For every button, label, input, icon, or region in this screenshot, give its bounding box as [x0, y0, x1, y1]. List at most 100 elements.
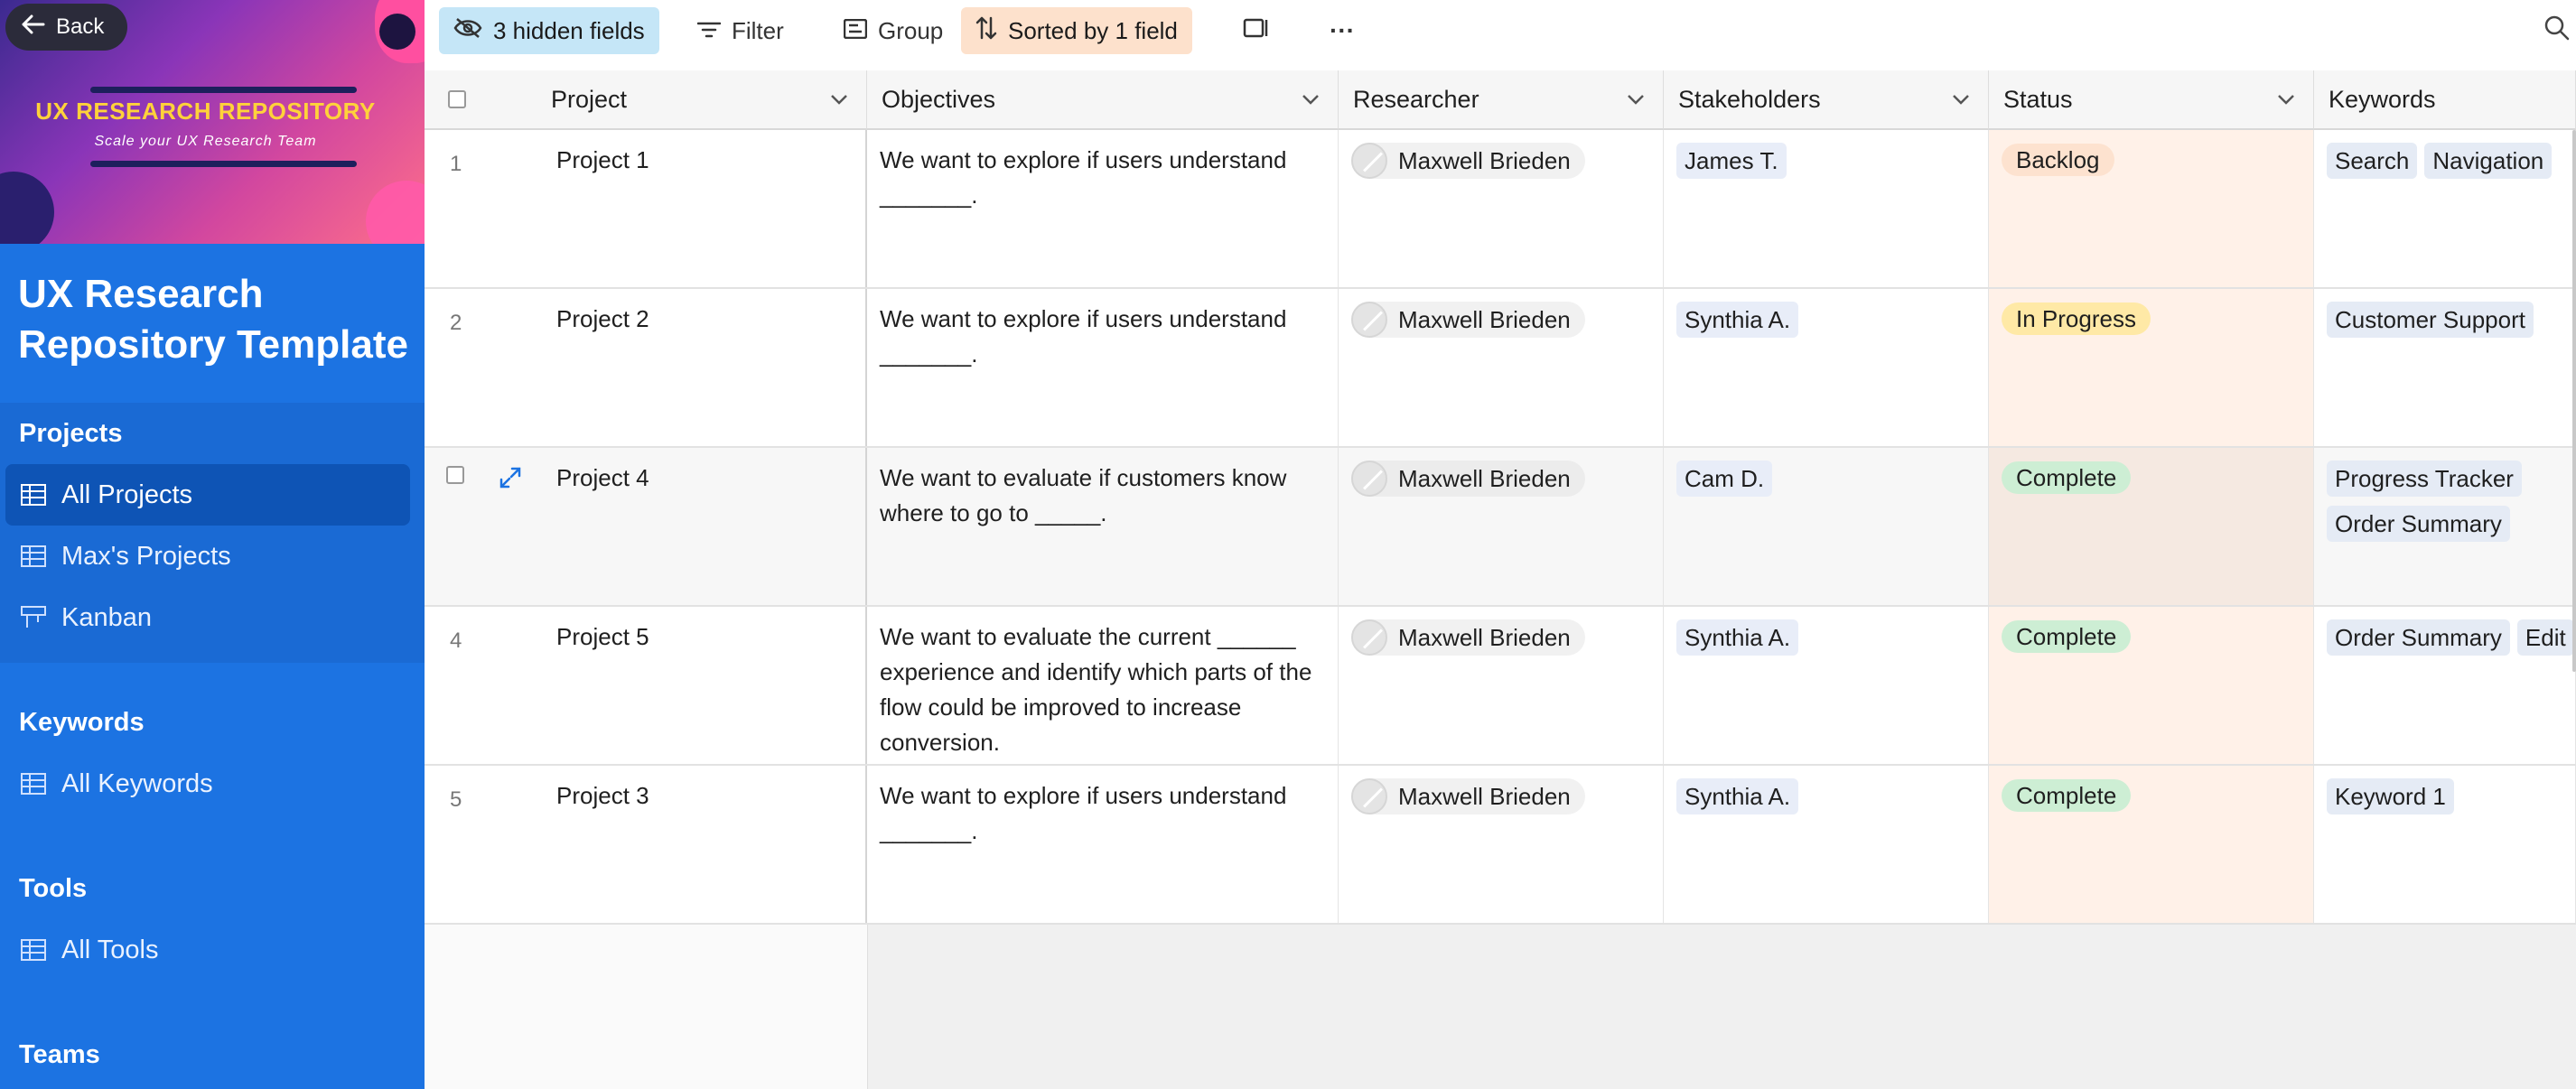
chevron-down-icon[interactable] — [1300, 88, 1321, 116]
column-header-objectives[interactable]: Objectives — [867, 70, 1339, 130]
status-cell[interactable]: In Progress — [1989, 289, 2314, 446]
researcher-cell[interactable]: Maxwell Brieden — [1339, 289, 1664, 446]
project-name: Project 5 — [556, 623, 649, 650]
avatar — [1351, 778, 1387, 814]
nav-item-maxs-projects[interactable]: Max's Projects — [5, 526, 410, 587]
stakeholder-cell[interactable]: James T. — [1664, 130, 1989, 287]
primary-cell[interactable]: 5 Project 3 — [425, 766, 867, 923]
objective-cell[interactable]: We want to evaluate the current ______ e… — [867, 607, 1339, 764]
status-cell[interactable]: Complete — [1989, 766, 2314, 923]
researcher-chip: Maxwell Brieden — [1351, 302, 1585, 338]
app-title: UX Research Repository Template — [18, 272, 408, 367]
project-name: Project 3 — [556, 782, 649, 809]
researcher-chip: Maxwell Brieden — [1351, 778, 1585, 814]
researcher-cell[interactable]: Maxwell Brieden — [1339, 448, 1664, 605]
sort-button[interactable]: Sorted by 1 field — [961, 7, 1192, 54]
chevron-down-icon[interactable] — [2275, 88, 2297, 116]
row-height-button[interactable] — [1228, 7, 1284, 54]
keywords-cell[interactable]: Keyword 1 — [2314, 766, 2576, 923]
stakeholder-cell[interactable]: Synthia A. — [1664, 289, 1989, 446]
stakeholder-chip: Synthia A. — [1676, 619, 1799, 656]
researcher-name: Maxwell Brieden — [1398, 464, 1571, 492]
avatar — [1351, 461, 1387, 497]
stakeholder-cell[interactable]: Synthia A. — [1664, 766, 1989, 923]
researcher-name: Maxwell Brieden — [1398, 305, 1571, 333]
column-header-label: Status — [2003, 85, 2073, 113]
keyword-chip: Keyword 1 — [2327, 778, 2454, 814]
objective-cell[interactable]: We want to evaluate if customers know wh… — [867, 448, 1339, 605]
objective-cell[interactable]: We want to explore if users understand _… — [867, 766, 1339, 923]
primary-cell[interactable]: 2 Project 2 — [425, 289, 867, 446]
table-row[interactable]: Project 4 We want to evaluate if custome… — [425, 448, 2576, 607]
status-cell[interactable]: Complete — [1989, 607, 2314, 764]
stakeholder-chip: James T. — [1676, 143, 1787, 179]
search-button[interactable] — [2529, 7, 2576, 54]
chevron-down-icon[interactable] — [828, 88, 850, 116]
status-cell[interactable]: Backlog — [1989, 130, 2314, 287]
primary-cell[interactable]: Project 4 — [425, 448, 867, 605]
sidebar: UX RESEARCH REPOSITORY Scale your UX Res… — [0, 0, 425, 1089]
table-row[interactable]: 1 Project 1 We want to explore if users … — [425, 130, 2576, 289]
group-label: Group — [878, 16, 944, 44]
objective-cell[interactable]: We want to explore if users understand _… — [867, 289, 1339, 446]
researcher-name: Maxwell Brieden — [1398, 782, 1571, 810]
row-number: 5 — [450, 787, 462, 812]
status-badge: Complete — [2002, 620, 2132, 653]
keyword-chip: Edit — [2516, 619, 2574, 656]
nav-group-title: Teams — [19, 1040, 100, 1069]
nav-item-all-tools[interactable]: All Tools — [5, 919, 410, 981]
column-header-keywords[interactable]: Keywords — [2314, 70, 2576, 130]
nav-item-all-projects[interactable]: All Projects — [5, 464, 410, 526]
table-row[interactable]: 5 Project 3 We want to explore if users … — [425, 766, 2576, 925]
stakeholder-cell[interactable]: Cam D. — [1664, 448, 1989, 605]
objective-cell[interactable]: We want to explore if users understand _… — [867, 130, 1339, 287]
nav-group-projects: Projects All Projects Max's Projects Kan… — [0, 403, 425, 663]
column-header-status[interactable]: Status — [1989, 70, 2314, 130]
researcher-cell[interactable]: Maxwell Brieden — [1339, 130, 1664, 287]
keywords-cell[interactable]: Customer Support — [2314, 289, 2576, 446]
row-height-icon — [1243, 17, 1270, 45]
expand-icon[interactable] — [499, 464, 522, 499]
keyword-chip: Navigation — [2424, 143, 2553, 179]
back-button[interactable]: Back — [5, 4, 128, 51]
table-row[interactable]: 2 Project 2 We want to explore if users … — [425, 289, 2576, 448]
primary-cell[interactable]: 4 Project 5 — [425, 607, 867, 764]
keywords-cell[interactable]: Search Navigation — [2314, 130, 2576, 287]
records-grid: Project Objectives Researcher Stakeholde… — [425, 70, 2576, 1089]
stakeholder-cell[interactable]: Synthia A. — [1664, 607, 1989, 764]
chevron-down-icon[interactable] — [1950, 88, 1972, 116]
nav-group-title: Keywords — [19, 708, 145, 737]
chevron-down-icon[interactable] — [1625, 88, 1647, 116]
keywords-cell[interactable]: Progress Tracker Order Summary — [2314, 448, 2576, 605]
back-label: Back — [56, 14, 105, 39]
filter-button[interactable]: Filter — [683, 7, 798, 54]
row-checkbox[interactable] — [446, 466, 464, 484]
researcher-cell[interactable]: Maxwell Brieden — [1339, 766, 1664, 923]
column-header-researcher[interactable]: Researcher — [1339, 70, 1664, 130]
stakeholder-chip: Synthia A. — [1676, 778, 1799, 814]
nav-item-kanban[interactable]: Kanban — [5, 587, 410, 648]
hidden-fields-button[interactable]: 3 hidden fields — [439, 7, 659, 54]
hidden-fields-label: 3 hidden fields — [493, 16, 645, 44]
keyword-chip: Customer Support — [2327, 302, 2534, 338]
more-options-button[interactable]: ··· — [1315, 7, 1369, 54]
sort-label: Sorted by 1 field — [1008, 16, 1178, 44]
nav-item-label: All Projects — [61, 479, 193, 509]
group-button[interactable]: Group — [829, 7, 957, 54]
table-row[interactable]: 4 Project 5 We want to evaluate the curr… — [425, 607, 2576, 766]
nav-item-all-keywords[interactable]: All Keywords — [5, 753, 410, 814]
nav-group-keywords: Keywords All Keywords — [0, 692, 425, 814]
column-header-stakeholders[interactable]: Stakeholders — [1664, 70, 1989, 130]
status-cell[interactable]: Complete — [1989, 448, 2314, 605]
nav-group-title: Projects — [19, 419, 123, 448]
scrollbar[interactable] — [2572, 130, 2576, 672]
column-header-label: Keywords — [2329, 85, 2436, 113]
keywords-cell[interactable]: Order Summary Edit — [2314, 607, 2576, 764]
column-header-project[interactable]: Project — [551, 86, 627, 114]
researcher-name: Maxwell Brieden — [1398, 623, 1571, 651]
avatar — [1351, 302, 1387, 338]
primary-cell[interactable]: 1 Project 1 — [425, 130, 867, 287]
banner-title: UX RESEARCH REPOSITORY — [35, 98, 376, 125]
researcher-cell[interactable]: Maxwell Brieden — [1339, 607, 1664, 764]
select-all-checkbox[interactable] — [448, 90, 466, 108]
